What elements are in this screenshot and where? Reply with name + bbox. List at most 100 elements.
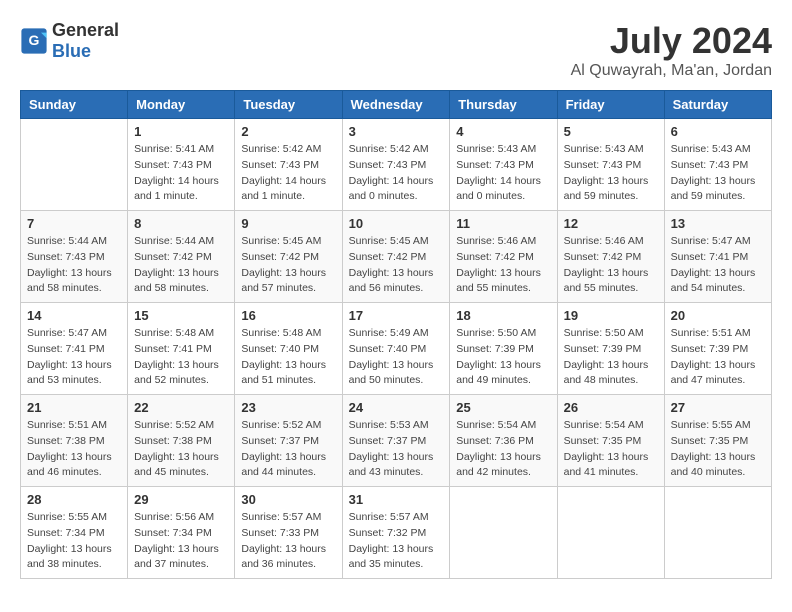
col-sunday: Sunday [21,91,128,119]
logo: G General Blue [20,20,119,62]
table-row: 10 Sunrise: 5:45 AMSunset: 7:42 PMDayligh… [342,211,450,303]
table-row: 21 Sunrise: 5:51 AMSunset: 7:38 PMDayligh… [21,395,128,487]
calendar-week-row: 28 Sunrise: 5:55 AMSunset: 7:34 PMDayligh… [21,487,772,579]
table-row: 4 Sunrise: 5:43 AMSunset: 7:43 PMDaylight… [450,119,557,211]
day-number: 5 [564,124,658,139]
day-info: Sunrise: 5:47 AMSunset: 7:41 PMDaylight:… [27,326,121,389]
table-row: 18 Sunrise: 5:50 AMSunset: 7:39 PMDayligh… [450,303,557,395]
day-info: Sunrise: 5:44 AMSunset: 7:42 PMDaylight:… [134,234,228,297]
col-saturday: Saturday [664,91,771,119]
day-number: 26 [564,400,658,415]
day-number: 10 [349,216,444,231]
day-number: 16 [241,308,335,323]
table-row [21,119,128,211]
day-info: Sunrise: 5:54 AMSunset: 7:35 PMDaylight:… [564,418,658,481]
col-wednesday: Wednesday [342,91,450,119]
day-info: Sunrise: 5:52 AMSunset: 7:37 PMDaylight:… [241,418,335,481]
day-number: 8 [134,216,228,231]
day-number: 2 [241,124,335,139]
logo-general: General [52,20,119,40]
day-info: Sunrise: 5:57 AMSunset: 7:32 PMDaylight:… [349,510,444,573]
day-info: Sunrise: 5:42 AMSunset: 7:43 PMDaylight:… [241,142,335,205]
day-number: 30 [241,492,335,507]
col-tuesday: Tuesday [235,91,342,119]
day-info: Sunrise: 5:57 AMSunset: 7:33 PMDaylight:… [241,510,335,573]
day-number: 21 [27,400,121,415]
table-row: 1Sunrise: 5:41 AMSunset: 7:43 PMDaylight… [128,119,235,211]
calendar-week-row: 1Sunrise: 5:41 AMSunset: 7:43 PMDaylight… [21,119,772,211]
logo-icon: G [20,27,48,55]
calendar-week-row: 14 Sunrise: 5:47 AMSunset: 7:41 PMDayligh… [21,303,772,395]
day-info: Sunrise: 5:52 AMSunset: 7:38 PMDaylight:… [134,418,228,481]
table-row: 27Sunrise: 5:55 AMSunset: 7:35 PMDayligh… [664,395,771,487]
day-number: 31 [349,492,444,507]
day-info: Sunrise: 5:47 AMSunset: 7:41 PMDaylight:… [671,234,765,297]
day-info: Sunrise: 5:49 AMSunset: 7:40 PMDaylight:… [349,326,444,389]
table-row: 29Sunrise: 5:56 AMSunset: 7:34 PMDayligh… [128,487,235,579]
calendar-header-row: Sunday Monday Tuesday Wednesday Thursday… [21,91,772,119]
day-number: 25 [456,400,550,415]
day-info: Sunrise: 5:43 AMSunset: 7:43 PMDaylight:… [671,142,765,205]
day-info: Sunrise: 5:51 AMSunset: 7:39 PMDaylight:… [671,326,765,389]
table-row [664,487,771,579]
logo-text: General Blue [52,20,119,62]
calendar-week-row: 7Sunrise: 5:44 AMSunset: 7:43 PMDaylight… [21,211,772,303]
day-info: Sunrise: 5:43 AMSunset: 7:43 PMDaylight:… [456,142,550,205]
day-info: Sunrise: 5:48 AMSunset: 7:40 PMDaylight:… [241,326,335,389]
day-number: 24 [349,400,444,415]
location-title: Al Quwayrah, Ma'an, Jordan [571,62,772,80]
day-number: 11 [456,216,550,231]
table-row: 13Sunrise: 5:47 AMSunset: 7:41 PMDayligh… [664,211,771,303]
table-row: 23 Sunrise: 5:52 AMSunset: 7:37 PMDayligh… [235,395,342,487]
day-info: Sunrise: 5:46 AMSunset: 7:42 PMDaylight:… [564,234,658,297]
day-number: 4 [456,124,550,139]
day-info: Sunrise: 5:51 AMSunset: 7:38 PMDaylight:… [27,418,121,481]
day-info: Sunrise: 5:44 AMSunset: 7:43 PMDaylight:… [27,234,121,297]
table-row: 19 Sunrise: 5:50 AMSunset: 7:39 PMDayligh… [557,303,664,395]
table-row: 26 Sunrise: 5:54 AMSunset: 7:35 PMDayligh… [557,395,664,487]
table-row: 6 Sunrise: 5:43 AMSunset: 7:43 PMDaylight… [664,119,771,211]
svg-text:G: G [29,32,40,48]
day-number: 22 [134,400,228,415]
table-row [450,487,557,579]
day-number: 19 [564,308,658,323]
title-area: July 2024 Al Quwayrah, Ma'an, Jordan [571,20,772,80]
table-row: 14 Sunrise: 5:47 AMSunset: 7:41 PMDayligh… [21,303,128,395]
day-info: Sunrise: 5:42 AMSunset: 7:43 PMDaylight:… [349,142,444,205]
col-thursday: Thursday [450,91,557,119]
table-row: 12 Sunrise: 5:46 AMSunset: 7:42 PMDayligh… [557,211,664,303]
day-info: Sunrise: 5:45 AMSunset: 7:42 PMDaylight:… [241,234,335,297]
day-number: 18 [456,308,550,323]
table-row: 11Sunrise: 5:46 AMSunset: 7:42 PMDayligh… [450,211,557,303]
month-title: July 2024 [571,20,772,62]
day-number: 28 [27,492,121,507]
day-info: Sunrise: 5:50 AMSunset: 7:39 PMDaylight:… [456,326,550,389]
day-number: 1 [134,124,228,139]
day-number: 14 [27,308,121,323]
day-number: 29 [134,492,228,507]
day-info: Sunrise: 5:54 AMSunset: 7:36 PMDaylight:… [456,418,550,481]
day-info: Sunrise: 5:55 AMSunset: 7:34 PMDaylight:… [27,510,121,573]
table-row [557,487,664,579]
day-number: 6 [671,124,765,139]
table-row: 28 Sunrise: 5:55 AMSunset: 7:34 PMDayligh… [21,487,128,579]
page-header: G General Blue July 2024 Al Quwayrah, Ma… [20,20,772,80]
table-row: 16 Sunrise: 5:48 AMSunset: 7:40 PMDayligh… [235,303,342,395]
table-row: 3 Sunrise: 5:42 AMSunset: 7:43 PMDaylight… [342,119,450,211]
col-monday: Monday [128,91,235,119]
table-row: 25 Sunrise: 5:54 AMSunset: 7:36 PMDayligh… [450,395,557,487]
day-info: Sunrise: 5:45 AMSunset: 7:42 PMDaylight:… [349,234,444,297]
day-info: Sunrise: 5:50 AMSunset: 7:39 PMDaylight:… [564,326,658,389]
day-number: 12 [564,216,658,231]
day-number: 23 [241,400,335,415]
day-info: Sunrise: 5:53 AMSunset: 7:37 PMDaylight:… [349,418,444,481]
table-row: 17Sunrise: 5:49 AMSunset: 7:40 PMDayligh… [342,303,450,395]
day-number: 3 [349,124,444,139]
day-info: Sunrise: 5:43 AMSunset: 7:43 PMDaylight:… [564,142,658,205]
day-info: Sunrise: 5:48 AMSunset: 7:41 PMDaylight:… [134,326,228,389]
table-row: 7Sunrise: 5:44 AMSunset: 7:43 PMDaylight… [21,211,128,303]
table-row: 31 Sunrise: 5:57 AMSunset: 7:32 PMDayligh… [342,487,450,579]
calendar-table: Sunday Monday Tuesday Wednesday Thursday… [20,90,772,579]
day-info: Sunrise: 5:55 AMSunset: 7:35 PMDaylight:… [671,418,765,481]
col-friday: Friday [557,91,664,119]
